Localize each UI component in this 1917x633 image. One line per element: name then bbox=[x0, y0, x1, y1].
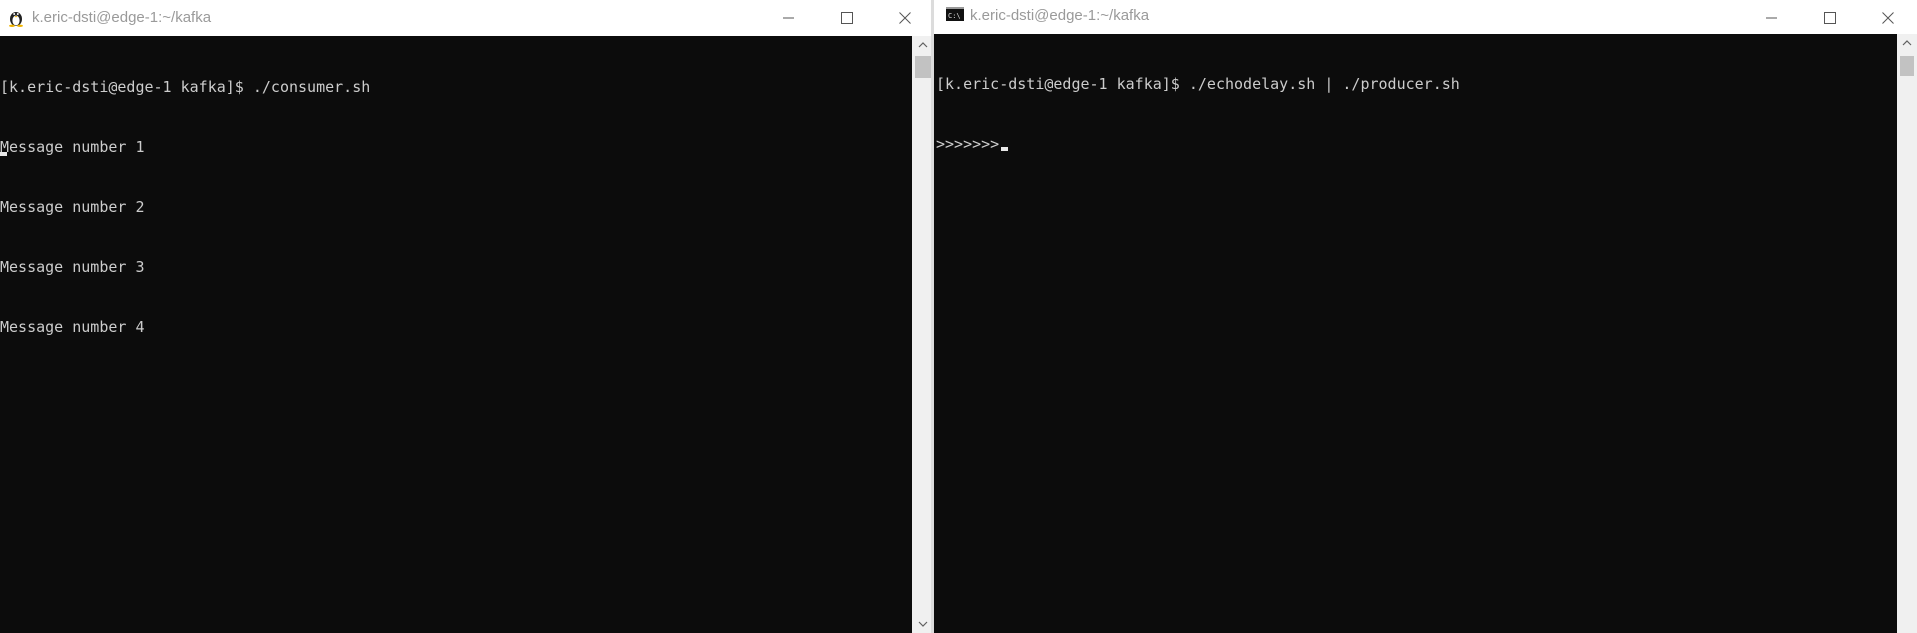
titlebar[interactable]: C:\ k.eric-dsti@edge-1:~/kafka bbox=[934, 0, 1917, 36]
close-icon bbox=[1882, 12, 1894, 24]
window-title: k.eric-dsti@edge-1:~/kafka bbox=[970, 7, 1150, 24]
minimize-icon bbox=[783, 17, 794, 19]
terminal-output[interactable]: [k.eric-dsti@edge-1 kafka]$ ./consumer.s… bbox=[0, 36, 912, 633]
close-icon bbox=[899, 12, 911, 24]
window-title: k.eric-dsti@edge-1:~/kafka bbox=[32, 9, 212, 26]
chevron-up-icon bbox=[1902, 40, 1912, 46]
maximize-button[interactable] bbox=[818, 0, 876, 36]
terminal-line: [k.eric-dsti@edge-1 kafka]$ ./consumer.s… bbox=[0, 78, 371, 96]
close-button[interactable] bbox=[1859, 0, 1917, 36]
chevron-up-icon bbox=[918, 42, 928, 48]
terminal-prompt-line: >>>>>>> bbox=[936, 134, 1460, 154]
maximize-icon bbox=[841, 12, 853, 24]
left-terminal-window[interactable]: k.eric-dsti@edge-1:~/kafka [k.eric-dsti@… bbox=[0, 0, 934, 633]
terminal-line: [k.eric-dsti@edge-1 kafka]$ ./echodelay.… bbox=[936, 75, 1460, 93]
terminal-cursor bbox=[0, 152, 7, 156]
terminal-cursor bbox=[1001, 147, 1009, 151]
window-controls bbox=[1743, 0, 1917, 36]
terminal-line: Message number 4 bbox=[0, 318, 145, 336]
right-terminal-window[interactable]: C:\ k.eric-dsti@edge-1:~/kafka [k.eric-d… bbox=[934, 0, 1917, 633]
window-controls bbox=[760, 0, 934, 36]
producer-prompt: >>>>>>> bbox=[936, 135, 1000, 153]
maximize-icon bbox=[1824, 12, 1836, 24]
terminal-line: Message number 2 bbox=[0, 198, 145, 216]
command-prompt-icon: C:\ bbox=[946, 7, 964, 25]
minimize-button[interactable] bbox=[760, 0, 818, 36]
minimize-button[interactable] bbox=[1743, 0, 1801, 36]
linux-penguin-icon bbox=[8, 9, 24, 31]
scroll-up-button[interactable] bbox=[1897, 34, 1917, 52]
command-prompt-icon-text: C:\ bbox=[948, 12, 961, 20]
scrollbar-thumb[interactable] bbox=[1900, 56, 1914, 76]
minimize-icon bbox=[1766, 17, 1777, 19]
chevron-down-icon bbox=[918, 621, 928, 627]
scrollbar-thumb[interactable] bbox=[915, 56, 931, 78]
close-button[interactable] bbox=[876, 0, 934, 36]
terminal-output[interactable]: [k.eric-dsti@edge-1 kafka]$ ./echodelay.… bbox=[934, 34, 1897, 633]
titlebar[interactable]: k.eric-dsti@edge-1:~/kafka bbox=[0, 0, 934, 36]
terminal-line: Message number 3 bbox=[0, 258, 145, 276]
maximize-button[interactable] bbox=[1801, 0, 1859, 36]
terminal-line: Message number 1 bbox=[0, 138, 145, 156]
vertical-scrollbar[interactable] bbox=[1897, 34, 1917, 633]
